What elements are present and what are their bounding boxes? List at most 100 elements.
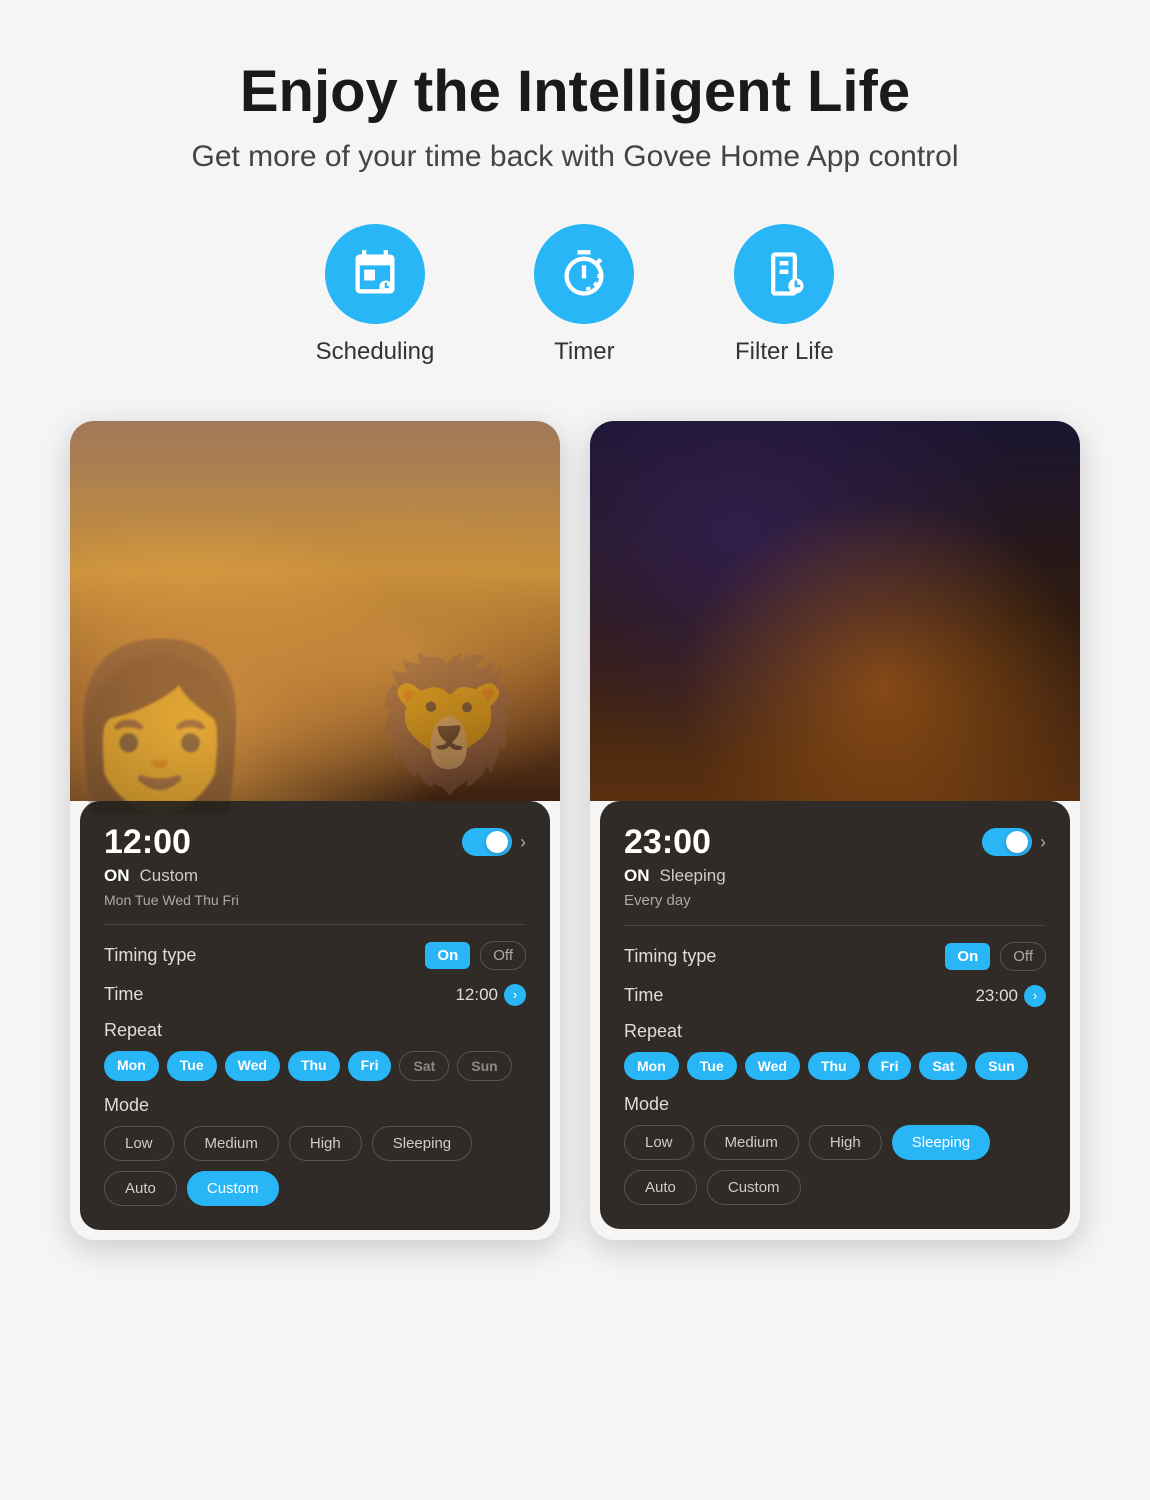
scheduling-icon-circle	[325, 224, 425, 324]
right-day-mon[interactable]: Mon	[624, 1052, 679, 1080]
right-time-display: 23:00	[975, 986, 1018, 1006]
panel-right: 23:00 › ON Sleeping Every day Timing typ…	[590, 421, 1080, 1240]
left-time-value[interactable]: 12:00 ›	[455, 984, 526, 1006]
right-timing-on-btn[interactable]: On	[945, 943, 990, 970]
panel-left: 12:00 › ON Custom Mon Tue Wed Thu Fri Ti…	[70, 421, 560, 1240]
left-mode-sleeping[interactable]: Sleeping	[372, 1126, 472, 1161]
left-time-label: Time	[104, 984, 143, 1005]
left-mode-high[interactable]: High	[289, 1126, 362, 1161]
right-timing-type-label: Timing type	[624, 946, 716, 967]
right-timing-controls: On Off	[945, 942, 1046, 971]
timer-label: Timer	[554, 338, 614, 366]
right-mode-sleeping[interactable]: Sleeping	[892, 1125, 990, 1160]
page-title: Enjoy the Intelligent Life	[240, 60, 910, 124]
right-every-day: Every day	[624, 892, 691, 909]
right-mode-label: Mode	[624, 1094, 1046, 1115]
right-time-label: Time	[624, 985, 663, 1006]
right-day-wed[interactable]: Wed	[745, 1052, 800, 1080]
left-repeat-section: Repeat Mon Tue Wed Thu Fri Sat Sun	[104, 1020, 526, 1081]
panel-left-card: 12:00 › ON Custom Mon Tue Wed Thu Fri Ti…	[80, 801, 550, 1230]
feature-scheduling: Scheduling	[316, 224, 435, 366]
features-row: Scheduling Timer Filter Life	[316, 224, 835, 366]
left-divider-1	[104, 924, 526, 925]
right-timing-off-btn[interactable]: Off	[1000, 942, 1046, 971]
left-day-thu[interactable]: Thu	[288, 1051, 340, 1081]
left-time-display: 12:00	[455, 985, 498, 1005]
right-repeat-section: Repeat Mon Tue Wed Thu Fri Sat Sun	[624, 1021, 1046, 1080]
left-toggle[interactable]	[462, 828, 512, 856]
right-day-tue[interactable]: Tue	[687, 1052, 737, 1080]
right-day-sat[interactable]: Sat	[919, 1052, 967, 1080]
panel-right-card: 23:00 › ON Sleeping Every day Timing typ…	[600, 801, 1070, 1229]
right-day-fri[interactable]: Fri	[868, 1052, 912, 1080]
right-mode-auto[interactable]: Auto	[624, 1170, 697, 1205]
right-time: 23:00	[624, 823, 711, 862]
filter-life-icon-circle	[734, 224, 834, 324]
left-mode-auto[interactable]: Auto	[104, 1171, 177, 1206]
right-days-chips: Mon Tue Wed Thu Fri Sat Sun	[624, 1052, 1046, 1080]
panel-right-photo	[590, 421, 1080, 801]
right-status-row: ON Sleeping	[624, 866, 1046, 886]
left-timing-controls: On Off	[425, 941, 526, 970]
right-day-sun[interactable]: Sun	[975, 1052, 1027, 1080]
right-mode-high[interactable]: High	[809, 1125, 882, 1160]
right-card-header: 23:00 ›	[624, 823, 1046, 862]
left-days-text: Mon Tue Wed Thu Fri	[104, 892, 239, 908]
filter-life-icon	[758, 248, 810, 300]
timer-icon	[558, 248, 610, 300]
page-subtitle: Get more of your time back with Govee Ho…	[191, 140, 958, 174]
right-time-value[interactable]: 23:00 ›	[975, 985, 1046, 1007]
left-timing-type-label: Timing type	[104, 945, 196, 966]
left-mode-low[interactable]: Low	[104, 1126, 174, 1161]
right-mode: Sleeping	[660, 866, 726, 886]
panels-container: 12:00 › ON Custom Mon Tue Wed Thu Fri Ti…	[40, 421, 1110, 1240]
right-time-row: Time 23:00 ›	[624, 985, 1046, 1007]
scheduling-icon	[349, 248, 401, 300]
left-mode-medium[interactable]: Medium	[184, 1126, 279, 1161]
left-time-row: Time 12:00 ›	[104, 984, 526, 1006]
left-day-fri[interactable]: Fri	[348, 1051, 392, 1081]
right-day-thu[interactable]: Thu	[808, 1052, 860, 1080]
right-mode-low[interactable]: Low	[624, 1125, 694, 1160]
left-time-arrow[interactable]: ›	[504, 984, 526, 1006]
left-status-on: ON	[104, 866, 130, 886]
right-days-preview: Every day	[624, 892, 1046, 909]
right-mode-medium[interactable]: Medium	[704, 1125, 799, 1160]
right-chevron[interactable]: ›	[1040, 832, 1046, 853]
left-card-header: 12:00 ›	[104, 823, 526, 862]
left-mode: Custom	[140, 866, 199, 886]
right-toggle-area: ›	[982, 828, 1046, 856]
left-day-wed[interactable]: Wed	[225, 1051, 280, 1081]
feature-timer: Timer	[534, 224, 634, 366]
filter-life-label: Filter Life	[735, 338, 834, 366]
scheduling-label: Scheduling	[316, 338, 435, 366]
left-mode-label: Mode	[104, 1095, 526, 1116]
right-mode-custom[interactable]: Custom	[707, 1170, 801, 1205]
right-toggle[interactable]	[982, 828, 1032, 856]
left-mode-buttons: Low Medium High Sleeping Auto Custom	[104, 1126, 526, 1206]
left-day-sun[interactable]: Sun	[457, 1051, 511, 1081]
right-repeat-label: Repeat	[624, 1021, 1046, 1042]
left-chevron[interactable]: ›	[520, 832, 526, 853]
left-day-mon[interactable]: Mon	[104, 1051, 159, 1081]
right-status-on: ON	[624, 866, 650, 886]
feature-filter-life: Filter Life	[734, 224, 834, 366]
right-mode-buttons: Low Medium High Sleeping Auto Custom	[624, 1125, 1046, 1205]
left-timing-off-btn[interactable]: Off	[480, 941, 526, 970]
left-days-chips: Mon Tue Wed Thu Fri Sat Sun	[104, 1051, 526, 1081]
left-time: 12:00	[104, 823, 191, 862]
left-toggle-area: ›	[462, 828, 526, 856]
left-day-tue[interactable]: Tue	[167, 1051, 217, 1081]
left-mode-custom[interactable]: Custom	[187, 1171, 279, 1206]
left-days-preview: Mon Tue Wed Thu Fri	[104, 892, 526, 908]
left-timing-type-row: Timing type On Off	[104, 941, 526, 970]
panel-left-photo	[70, 421, 560, 801]
left-day-sat[interactable]: Sat	[399, 1051, 449, 1081]
left-timing-on-btn[interactable]: On	[425, 942, 470, 969]
left-repeat-label: Repeat	[104, 1020, 526, 1041]
right-time-arrow[interactable]: ›	[1024, 985, 1046, 1007]
left-status-row: ON Custom	[104, 866, 526, 886]
timer-icon-circle	[534, 224, 634, 324]
right-timing-type-row: Timing type On Off	[624, 942, 1046, 971]
right-divider-1	[624, 925, 1046, 926]
